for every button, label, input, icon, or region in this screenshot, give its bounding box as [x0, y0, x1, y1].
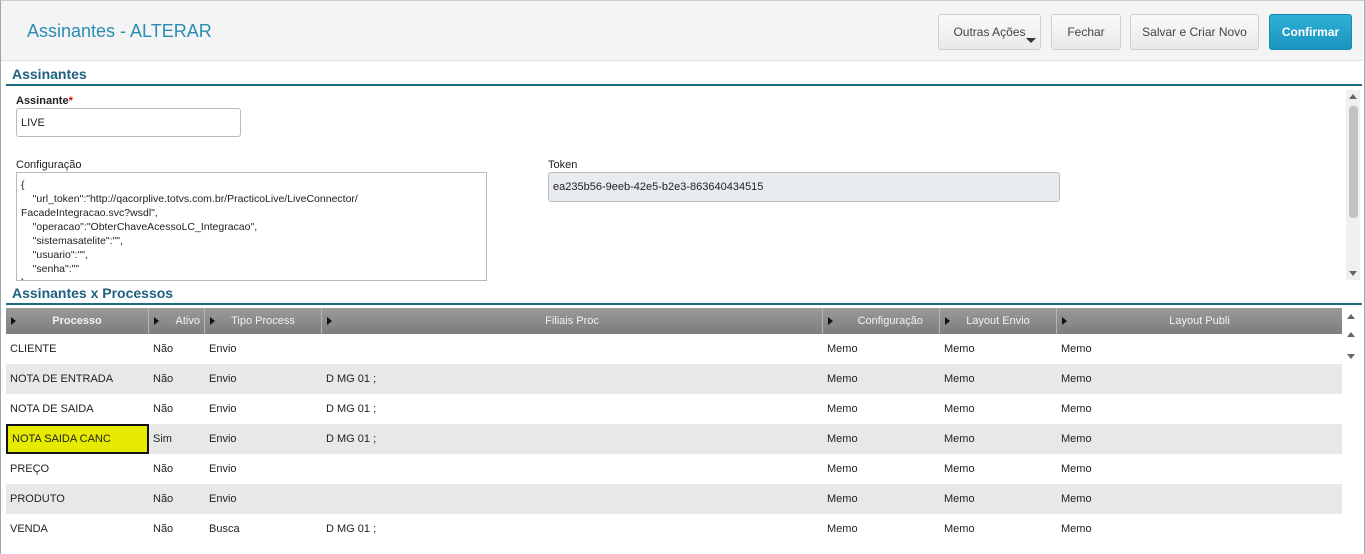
section-title-processos: Assinantes x Processos	[12, 285, 174, 301]
table-row[interactable]: PRODUTO Não Envio Memo Memo Memo	[6, 484, 1342, 514]
cell-ativo[interactable]: Não	[149, 334, 205, 364]
cell-layout-envio[interactable]: Memo	[940, 454, 1057, 484]
scroll-top-icon[interactable]	[1347, 314, 1355, 319]
sort-arrow-icon	[945, 317, 950, 325]
column-header-configuracao[interactable]: Configuração	[823, 308, 940, 334]
cell-configuracao[interactable]: Memo	[823, 394, 940, 424]
cell-ativo[interactable]: Não	[149, 514, 205, 544]
token-label: Token	[548, 159, 578, 171]
section-divider	[6, 84, 1362, 86]
grid-scrollbar[interactable]	[1344, 308, 1358, 368]
scroll-up-icon[interactable]	[1349, 94, 1357, 99]
cell-layout-envio[interactable]: Memo	[940, 394, 1057, 424]
cell-tipo-process[interactable]: Envio	[205, 454, 322, 484]
cell-tipo-process[interactable]: Envio	[205, 424, 322, 454]
sort-arrow-icon	[11, 317, 16, 325]
column-header-layout-envio[interactable]: Layout Envio	[940, 308, 1057, 334]
cell-ativo[interactable]: Não	[149, 454, 205, 484]
cell-filiais-proc[interactable]	[322, 334, 823, 364]
page-header: Assinantes - ALTERAR Outras Ações Fechar…	[1, 1, 1363, 61]
page-title: Assinantes - ALTERAR	[27, 21, 212, 41]
chevron-down-icon	[1026, 38, 1036, 43]
assinante-field[interactable]: LIVE	[16, 108, 241, 137]
salvar-criar-novo-button[interactable]: Salvar e Criar Novo	[1130, 14, 1259, 50]
cell-ativo[interactable]: Não	[149, 394, 205, 424]
cell-processo[interactable]: CLIENTE	[6, 334, 149, 364]
cell-layout-envio[interactable]: Memo	[940, 364, 1057, 394]
scrollbar-thumb[interactable]	[1349, 106, 1358, 218]
table-row[interactable]: CLIENTE Não Envio Memo Memo Memo	[6, 334, 1342, 364]
cell-layout-publi[interactable]: Memo	[1057, 424, 1342, 454]
cell-processo[interactable]: PRODUTO	[6, 484, 149, 514]
required-marker: *	[68, 95, 73, 107]
cell-processo[interactable]: VENDA	[6, 514, 149, 544]
cell-layout-publi[interactable]: Memo	[1057, 484, 1342, 514]
cell-filiais-proc[interactable]	[322, 484, 823, 514]
cell-ativo[interactable]: Não	[149, 364, 205, 394]
cell-ativo[interactable]: Não	[149, 484, 205, 514]
cell-tipo-process[interactable]: Envio	[205, 364, 322, 394]
cell-layout-envio[interactable]: Memo	[940, 484, 1057, 514]
cell-configuracao[interactable]: Memo	[823, 424, 940, 454]
cell-processo[interactable]: NOTA DE ENTRADA	[6, 364, 149, 394]
cell-configuracao[interactable]: Memo	[823, 514, 940, 544]
grid-header: Processo Ativo Tipo Process Filiais Proc…	[6, 308, 1342, 334]
sort-arrow-icon	[828, 317, 833, 325]
column-header-filiais-proc[interactable]: Filiais Proc	[322, 308, 823, 334]
scroll-up-icon[interactable]	[1347, 332, 1355, 337]
cell-configuracao[interactable]: Memo	[823, 454, 940, 484]
cell-processo[interactable]: NOTA DE SAIDA	[6, 394, 149, 424]
table-row[interactable]: NOTA DE SAIDA Não Envio D MG 01 ; Memo Memo Me…	[6, 394, 1342, 424]
table-row[interactable]: VENDA Não Busca D MG 01 ; Memo Memo Memo	[6, 514, 1342, 544]
cell-layout-envio[interactable]: Memo	[940, 424, 1057, 454]
cell-ativo[interactable]: Sim	[149, 424, 205, 454]
assinante-label: Assinante*	[16, 95, 73, 107]
cell-configuracao[interactable]: Memo	[823, 364, 940, 394]
cell-filiais-proc[interactable]: D MG 01 ;	[322, 514, 823, 544]
scroll-down-icon[interactable]	[1349, 271, 1357, 276]
table-row[interactable]: NOTA SAIDA CANC Sim Envio D MG 01 ; Memo Memo…	[6, 424, 1342, 454]
fechar-button[interactable]: Fechar	[1051, 14, 1121, 50]
token-field[interactable]: ea235b56-9eeb-42e5-b2e3-863640434515	[548, 172, 1060, 202]
column-header-tipo-process[interactable]: Tipo Process	[205, 308, 322, 334]
cell-processo[interactable]: NOTA SAIDA CANC	[6, 424, 149, 454]
cell-layout-envio[interactable]: Memo	[940, 334, 1057, 364]
table-row[interactable]: NOTA DE ENTRADA Não Envio D MG 01 ; Memo Memo…	[6, 364, 1342, 394]
sort-arrow-icon	[210, 317, 215, 325]
cell-tipo-process[interactable]: Envio	[205, 334, 322, 364]
section-divider	[6, 303, 1362, 305]
cell-configuracao[interactable]: Memo	[823, 484, 940, 514]
sort-arrow-icon	[154, 317, 159, 325]
confirmar-button[interactable]: Confirmar	[1269, 14, 1352, 50]
scroll-down-icon[interactable]	[1347, 354, 1355, 359]
cell-tipo-process[interactable]: Busca	[205, 514, 322, 544]
cell-layout-publi[interactable]: Memo	[1057, 334, 1342, 364]
outras-acoes-label: Outras Ações	[953, 25, 1026, 39]
table-row[interactable]: PREÇO Não Envio Memo Memo Memo	[6, 454, 1342, 484]
column-header-processo[interactable]: Processo	[6, 308, 149, 334]
cell-layout-envio[interactable]: Memo	[940, 514, 1057, 544]
cell-layout-publi[interactable]: Memo	[1057, 514, 1342, 544]
configuracao-label: Configuração	[16, 159, 82, 171]
cell-layout-publi[interactable]: Memo	[1057, 364, 1342, 394]
outras-acoes-button[interactable]: Outras Ações	[938, 14, 1041, 50]
cell-tipo-process[interactable]: Envio	[205, 484, 322, 514]
processos-grid: Processo Ativo Tipo Process Filiais Proc…	[6, 308, 1342, 554]
cell-filiais-proc[interactable]: D MG 01 ;	[322, 424, 823, 454]
sort-arrow-icon	[327, 317, 332, 325]
cell-layout-publi[interactable]: Memo	[1057, 454, 1342, 484]
cell-configuracao[interactable]: Memo	[823, 334, 940, 364]
cell-processo[interactable]: PREÇO	[6, 454, 149, 484]
cell-filiais-proc[interactable]	[322, 454, 823, 484]
cell-tipo-process[interactable]: Envio	[205, 394, 322, 424]
form-scrollbar[interactable]	[1346, 90, 1360, 280]
cell-layout-publi[interactable]: Memo	[1057, 394, 1342, 424]
column-header-ativo[interactable]: Ativo	[149, 308, 205, 334]
cell-filiais-proc[interactable]: D MG 01 ;	[322, 394, 823, 424]
column-header-layout-publi[interactable]: Layout Publi	[1057, 308, 1342, 334]
section-title-assinantes: Assinantes	[12, 66, 87, 82]
configuracao-textarea[interactable]: { "url_token":"http://qacorplive.totvs.c…	[16, 172, 487, 281]
sort-arrow-icon	[1062, 317, 1067, 325]
cell-filiais-proc[interactable]: D MG 01 ;	[322, 364, 823, 394]
